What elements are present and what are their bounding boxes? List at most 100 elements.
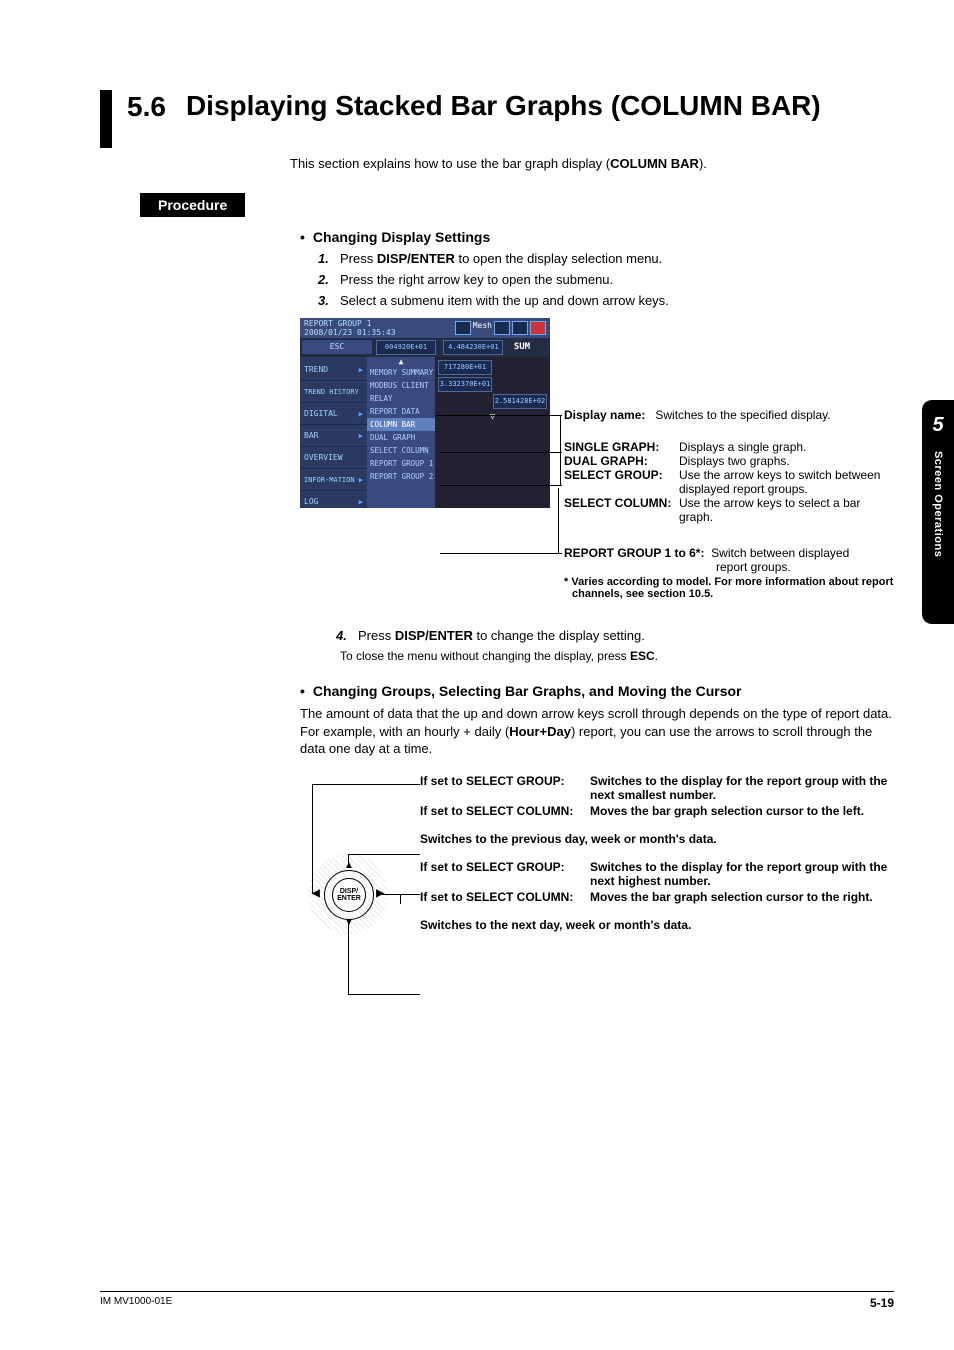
step4-pre: Press <box>358 628 395 643</box>
sidebar-trend-history: TREND HISTORY <box>300 381 367 403</box>
device-cell: 4.484230E+01 <box>443 340 503 355</box>
dpad-desc: Switches to the display for the report g… <box>590 860 894 888</box>
section-marker-bar <box>100 90 112 148</box>
dpad-figure: DISP/ ENTER ▲ ▼ ◀ ▶ <box>300 774 894 1014</box>
ann-label: SINGLE GRAPH: <box>564 440 679 454</box>
ann-rg-desc2: report groups. <box>716 560 894 574</box>
device-mesh-label: Mesh <box>473 321 492 335</box>
sidebar-label: TREND HISTORY <box>304 388 359 396</box>
device-sidebar: TREND▶ TREND HISTORY DIGITAL▶ BAR▶ OVERV… <box>300 357 367 508</box>
device-group-label: REPORT GROUP 1 <box>304 319 396 328</box>
step-1: 1. Press DISP/ENTER to open the display … <box>318 251 894 266</box>
device-cell: 717280E+01 <box>438 360 492 375</box>
page-footer: IM MV1000-01E 5-19 <box>100 1291 894 1310</box>
chevron-right-icon: ▶ <box>359 476 363 484</box>
close-bold: ESC <box>630 649 655 663</box>
dpad-right-group: If set to SELECT GROUP: Switches to the … <box>420 860 894 904</box>
ann-label: SELECT COLUMN: <box>564 496 679 524</box>
para-bold: Hour+Day <box>509 724 571 739</box>
leader-line <box>348 994 420 995</box>
submenu-item: RELAY <box>367 392 435 405</box>
dpad-down-desc: Switches to the next day, week or month'… <box>420 918 894 932</box>
footnote-2: channels, see section 10.5. <box>572 588 894 600</box>
sidebar-information: INFOR-MATION ▶ <box>300 469 367 491</box>
dpad-desc: Moves the bar graph selection cursor to … <box>590 804 894 818</box>
step4-post: to change the display setting. <box>473 628 645 643</box>
ann-label: Display name: <box>564 408 645 422</box>
sidebar-trend: TREND▶ <box>300 359 367 381</box>
section-header: 5.6 Displaying Stacked Bar Graphs (COLUM… <box>100 90 894 148</box>
ann-rg-desc1: Switch between displayed <box>711 546 849 560</box>
step-2: 2. Press the right arrow key to open the… <box>318 272 894 287</box>
figure-row: REPORT GROUP 1 2008/01/23 01:35:43 Mesh … <box>300 318 894 600</box>
ann-report-group: REPORT GROUP 1 to 6*: Switch between dis… <box>564 546 894 600</box>
section-title: Displaying Stacked Bar Graphs (COLUMN BA… <box>186 90 821 122</box>
step-num-1: 1. <box>318 251 340 266</box>
dpad-left-group: If set to SELECT GROUP: Switches to the … <box>420 774 894 818</box>
close-post: . <box>655 649 658 663</box>
subsection2-para: The amount of data that the up and down … <box>300 705 894 758</box>
dpad-desc: Moves the bar graph selection cursor to … <box>590 890 894 904</box>
dpad-label: If set to SELECT COLUMN: <box>420 804 590 818</box>
device-submenu: ▲ MEMORY SUMMARY MODBUS CLIENT RELAY REP… <box>367 357 435 508</box>
dpad-center-1: DISP/ <box>333 888 365 895</box>
leader-line <box>348 854 420 855</box>
step1-pre: Press <box>340 251 377 266</box>
submenu-item: MEMORY SUMMARY <box>367 366 435 379</box>
leader-line <box>348 924 349 994</box>
ann-desc: Use the arrow keys to switch between dis… <box>679 468 894 496</box>
step-num-3: 3. <box>318 293 340 308</box>
connector-line <box>558 488 559 553</box>
sidebar-bar: BAR▶ <box>300 425 367 447</box>
step-2-text: Press the right arrow key to open the su… <box>340 272 894 287</box>
chapter-side-tab: 5 Screen Operations <box>922 400 954 624</box>
ann-desc: Displays two graphs. <box>679 454 894 468</box>
leader-line <box>312 784 420 785</box>
device-timestamp: 2008/01/23 01:35:43 <box>304 328 396 337</box>
device-sum: SUM <box>514 342 530 352</box>
dpad-up-desc: Switches to the previous day, week or mo… <box>420 832 894 846</box>
sidebar-label: BAR <box>304 431 318 440</box>
submenu-item: REPORT GROUP 1 <box>367 457 435 470</box>
ann-display-name: Display name: Switches to the specified … <box>564 408 894 422</box>
device-top-icons: Mesh <box>455 321 546 335</box>
step-num-2: 2. <box>318 272 340 287</box>
connector-line <box>560 415 561 485</box>
annotation-block: Display name: Switches to the specified … <box>564 318 894 600</box>
step-1-text: Press DISP/ENTER to open the display sel… <box>340 251 894 266</box>
connector-line <box>440 553 562 554</box>
chevron-right-icon: ▶ <box>359 410 363 418</box>
device-esc: ESC <box>302 340 372 354</box>
ann-label: REPORT GROUP 1 to 6*: <box>564 546 704 560</box>
step1-bold: DISP/ENTER <box>377 251 455 266</box>
ann-select-column: SELECT COLUMN: Use the arrow keys to sel… <box>564 496 894 524</box>
chevron-right-icon: ▶ <box>359 498 363 506</box>
submenu-item: MODBUS CLIENT <box>367 379 435 392</box>
ann-dual-graph: DUAL GRAPH: Displays two graphs. <box>564 454 894 468</box>
ann-label: DUAL GRAPH: <box>564 454 679 468</box>
connector-line <box>440 485 562 486</box>
close-pre: To close the menu without changing the d… <box>340 649 630 663</box>
device-cell: 2.581428E+02 <box>493 394 547 409</box>
footer-doc-id: IM MV1000-01E <box>100 1296 172 1310</box>
section-number: 5.6 <box>127 90 166 123</box>
submenu-item: DUAL GRAPH <box>367 431 435 444</box>
dpad-desc: Switches to the display for the report g… <box>590 774 894 802</box>
dpad-center: DISP/ ENTER <box>332 878 366 912</box>
leader-line <box>400 894 401 904</box>
section-intro: This section explains how to use the bar… <box>290 156 894 171</box>
step-num-4: 4. <box>336 628 358 643</box>
sidebar-label: INFOR-MATION <box>304 476 355 484</box>
sidebar-overview: OVERVIEW <box>300 447 367 469</box>
submenu-item: SELECT COLUMN <box>367 444 435 457</box>
submenu-item: REPORT DATA <box>367 405 435 418</box>
ann-desc-text: Switches to the specified display. <box>655 408 830 422</box>
sidebar-label: LOG <box>304 497 318 506</box>
dpad-label: If set to SELECT GROUP: <box>420 860 590 888</box>
dpad: DISP/ ENTER ▲ ▼ ◀ ▶ <box>318 864 378 924</box>
procedure-label: Procedure <box>140 193 245 217</box>
toolbar-icon-1 <box>494 321 510 335</box>
step-3-text: Select a submenu item with the up and do… <box>340 293 894 308</box>
event-icon <box>455 321 471 335</box>
dpad-label: If set to SELECT GROUP: <box>420 774 590 802</box>
